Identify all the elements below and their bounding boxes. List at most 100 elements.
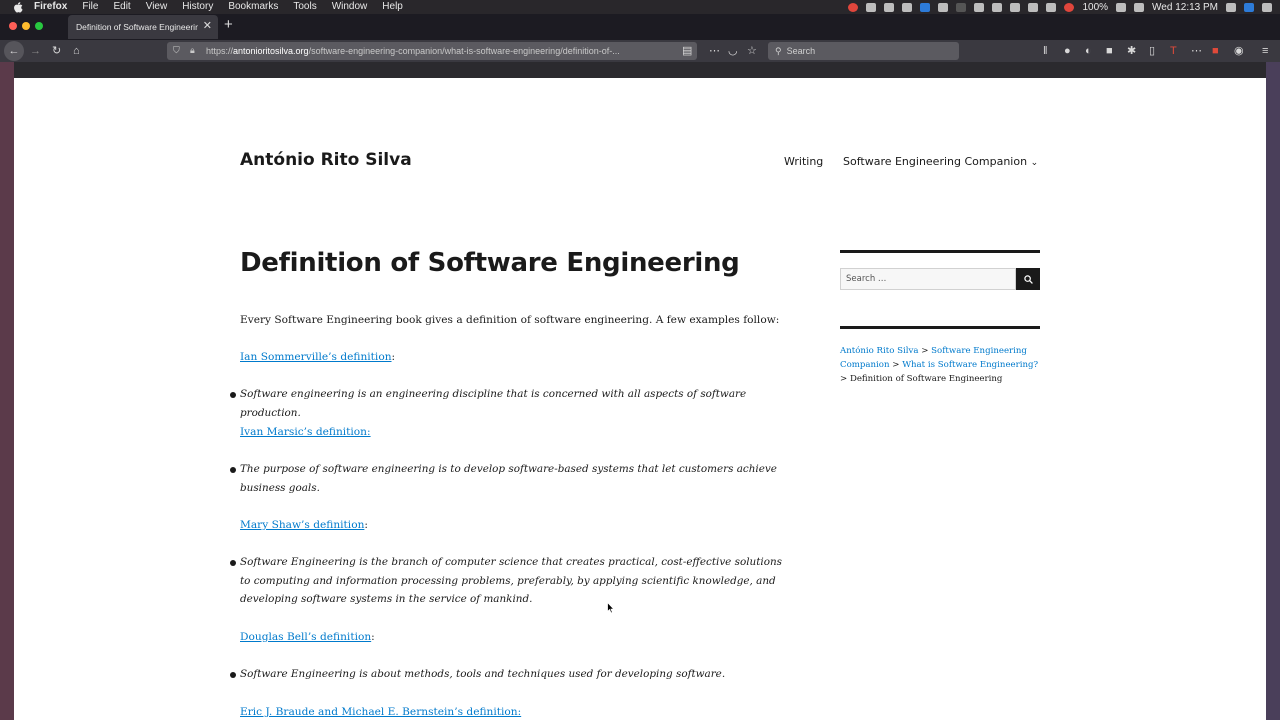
breadcrumb: António Rito Silva > Software Engineerin… bbox=[840, 346, 1039, 384]
extension-icon[interactable]: T bbox=[1170, 44, 1177, 58]
menu-window[interactable]: Window bbox=[332, 0, 368, 14]
chevron-down-icon: ⌄ bbox=[1030, 158, 1039, 168]
definition-source: Mary Shaw’s definition: bbox=[240, 519, 368, 531]
bullet bbox=[230, 672, 236, 678]
definition-quote: Software engineering is an engineering d… bbox=[240, 388, 747, 419]
menu-tools[interactable]: Tools bbox=[293, 0, 316, 14]
sidebar-search-button[interactable] bbox=[1016, 268, 1040, 290]
tab-title: Definition of Software Engineering bbox=[76, 22, 198, 32]
nav-software-engineering-companion[interactable]: Software Engineering Companion ⌄ bbox=[843, 155, 1038, 168]
menu-edit[interactable]: Edit bbox=[113, 0, 130, 14]
page-actions-icon[interactable]: ⋯ bbox=[709, 44, 720, 58]
site-title[interactable]: António Rito Silva bbox=[240, 150, 412, 170]
back-icon[interactable]: ← bbox=[4, 41, 24, 61]
time-machine-icon[interactable] bbox=[1010, 2, 1021, 12]
menu-view[interactable]: View bbox=[146, 0, 168, 14]
pocket-icon[interactable]: ◡ bbox=[728, 44, 738, 58]
tab-active[interactable]: Definition of Software Engineering ✕ bbox=[68, 15, 218, 39]
breadcrumb-link[interactable]: António Rito Silva bbox=[840, 346, 919, 356]
app-status-icon[interactable] bbox=[920, 2, 931, 12]
definition-source: Ivan Marsic’s definition: bbox=[240, 423, 800, 442]
search-icon: ⚲ bbox=[775, 45, 782, 56]
reader-view-icon[interactable]: ▤ bbox=[682, 44, 692, 58]
bullet bbox=[230, 560, 236, 566]
breadcrumb-link[interactable]: What is Software Engineering? bbox=[902, 360, 1038, 370]
wifi-icon[interactable] bbox=[1046, 2, 1057, 12]
account-icon[interactable]: ◉ bbox=[1234, 44, 1244, 58]
extension-icon[interactable]: ● bbox=[1064, 44, 1071, 58]
macos-menu-bar: Firefox File Edit View History Bookmarks… bbox=[0, 0, 1280, 14]
menu-clock[interactable]: Wed 12:13 PM bbox=[1152, 2, 1218, 13]
close-tab-icon[interactable]: ✕ bbox=[203, 19, 212, 32]
close-window-button[interactable] bbox=[9, 22, 17, 30]
sidebar-search-input[interactable]: Search … bbox=[840, 268, 1016, 290]
dropbox-icon[interactable] bbox=[866, 2, 877, 12]
address-bar[interactable]: ⛉ 🔒︎ https://antonioritosilva.org/softwa… bbox=[167, 42, 697, 60]
bullet bbox=[230, 392, 236, 398]
definition-quote: Software Engineering is about methods, t… bbox=[240, 668, 726, 680]
source-link[interactable]: Ivan Marsic’s definition: bbox=[240, 426, 371, 438]
desktop-background-left bbox=[0, 62, 14, 720]
url-text[interactable]: https://antonioritosilva.org/software-en… bbox=[206, 46, 656, 56]
nav-writing[interactable]: Writing bbox=[784, 155, 823, 168]
apple-icon[interactable] bbox=[12, 1, 24, 13]
menu-bookmarks[interactable]: Bookmarks bbox=[228, 0, 278, 14]
menu-help[interactable]: Help bbox=[382, 0, 403, 14]
siri-icon[interactable] bbox=[1244, 2, 1254, 12]
bookmark-star-icon[interactable]: ☆ bbox=[747, 44, 757, 58]
reload-icon[interactable]: ↻ bbox=[52, 44, 61, 58]
info-icon[interactable] bbox=[902, 2, 913, 12]
extension-icon[interactable]: ■ bbox=[1106, 44, 1113, 58]
bullet bbox=[230, 467, 236, 473]
web-page: António Rito Silva Writing Software Engi… bbox=[14, 78, 1266, 720]
source-link[interactable]: Ian Sommerville’s definition bbox=[240, 351, 392, 363]
shield-icon[interactable]: ⛉ bbox=[173, 45, 180, 56]
cloud-icon[interactable] bbox=[938, 2, 949, 12]
hamburger-menu-icon[interactable]: ≡ bbox=[1262, 44, 1268, 58]
tab-strip: Definition of Software Engineering ✕ + bbox=[0, 14, 1280, 40]
definition-quote: Software Engineering is the branch of co… bbox=[240, 556, 783, 606]
source-link[interactable]: Eric J. Braude and Michael E. Bernstein’… bbox=[240, 706, 521, 718]
menu-firefox[interactable]: Firefox bbox=[34, 0, 67, 14]
flag-icon[interactable] bbox=[1064, 2, 1075, 12]
status-app-icon[interactable] bbox=[848, 2, 859, 12]
definition-source: Eric J. Braude and Michael E. Bernstein’… bbox=[240, 703, 800, 720]
extension-icon[interactable]: ⋯ bbox=[1191, 44, 1202, 58]
extension-icon[interactable]: ◐ bbox=[1085, 44, 1092, 58]
intro-paragraph: Every Software Engineering book gives a … bbox=[240, 314, 780, 326]
source-link[interactable]: Douglas Bell’s definition bbox=[240, 631, 371, 643]
status-icon[interactable] bbox=[884, 2, 895, 12]
page-title: Definition of Software Engineering bbox=[240, 248, 740, 278]
menu-history[interactable]: History bbox=[182, 0, 213, 14]
source-link[interactable]: Mary Shaw’s definition bbox=[240, 519, 364, 531]
search-icon bbox=[1023, 274, 1033, 284]
airplay-icon[interactable] bbox=[992, 2, 1003, 12]
menu-file[interactable]: File bbox=[82, 0, 98, 14]
search-bar[interactable]: ⚲ Search bbox=[768, 42, 959, 60]
bluetooth-icon[interactable] bbox=[1028, 2, 1039, 12]
battery-icon[interactable] bbox=[1116, 2, 1127, 12]
notification-center-icon[interactable] bbox=[1262, 2, 1272, 12]
minimize-window-button[interactable] bbox=[22, 22, 30, 30]
sidebar-divider bbox=[840, 326, 1040, 329]
settings-extension-icon[interactable]: ✱ bbox=[1127, 44, 1136, 58]
search-placeholder: Search bbox=[786, 46, 816, 56]
new-tab-button[interactable]: + bbox=[224, 16, 233, 33]
lock-icon[interactable]: 🔒︎ bbox=[190, 45, 195, 56]
battery-percent[interactable]: 100% bbox=[1082, 2, 1108, 13]
sidebar-icon[interactable]: ▯ bbox=[1149, 44, 1155, 58]
volume-icon[interactable] bbox=[1134, 2, 1145, 12]
status-icon[interactable] bbox=[956, 2, 967, 12]
forward-icon[interactable]: → bbox=[30, 44, 41, 58]
desktop-icon[interactable] bbox=[974, 2, 985, 12]
definition-source: Douglas Bell’s definition: bbox=[240, 631, 375, 643]
content-backdrop bbox=[0, 62, 1280, 78]
spotlight-icon[interactable] bbox=[1226, 2, 1236, 12]
home-icon[interactable]: ⌂ bbox=[73, 44, 80, 58]
extension-icon[interactable]: ■ bbox=[1212, 44, 1219, 58]
zoom-window-button[interactable] bbox=[35, 22, 43, 30]
definition-source: Ian Sommerville’s definition: bbox=[240, 351, 396, 363]
navigation-toolbar: ← → ↻ ⌂ ⛉ 🔒︎ https://antonioritosilva.or… bbox=[0, 40, 1280, 62]
desktop-background-right bbox=[1266, 62, 1280, 720]
library-icon[interactable]: ‖ bbox=[1043, 44, 1048, 58]
